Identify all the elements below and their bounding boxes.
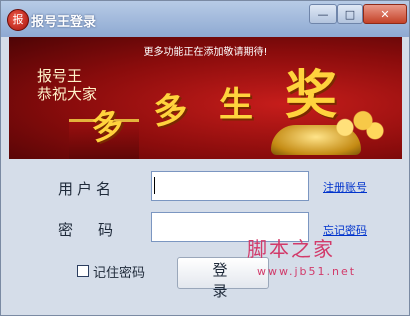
window-title: 报号王登录 <box>31 15 97 30</box>
banner-notice: 更多功能正在添加敬请期待! <box>143 47 268 58</box>
banner-big-char-3: 生 <box>219 85 253 125</box>
username-input[interactable] <box>151 171 309 201</box>
banner-line-2: 恭祝大家 <box>37 85 98 103</box>
password-label: 密码 <box>58 221 139 239</box>
remember-password-label[interactable]: 记住密码 <box>93 262 145 281</box>
login-window: 报 报号王登录 — □ ✕ 更多功能正在添加敬请期待! 报号王 恭祝大家 多 多… <box>0 0 410 316</box>
banner-big-char-2: 多 <box>151 89 190 133</box>
app-logo-icon: 报 <box>7 9 29 31</box>
text-caret <box>154 177 155 194</box>
watermark-url: www.jb51.net <box>257 265 357 278</box>
minimize-button[interactable]: — <box>309 4 337 24</box>
promo-banner: 更多功能正在添加敬请期待! 报号王 恭祝大家 多 多 生 奖 <box>9 37 402 159</box>
register-link[interactable]: 注册账号 <box>323 179 367 195</box>
title-bar[interactable]: 报 报号王登录 — □ ✕ <box>1 1 409 37</box>
banner-big-char-4: 奖 <box>285 65 338 126</box>
watermark-text: 脚本之家 <box>247 237 335 261</box>
maximize-button[interactable]: □ <box>337 4 363 24</box>
remember-password-checkbox[interactable] <box>77 265 89 277</box>
close-button[interactable]: ✕ <box>363 4 407 24</box>
username-label: 用户名 <box>58 180 116 198</box>
